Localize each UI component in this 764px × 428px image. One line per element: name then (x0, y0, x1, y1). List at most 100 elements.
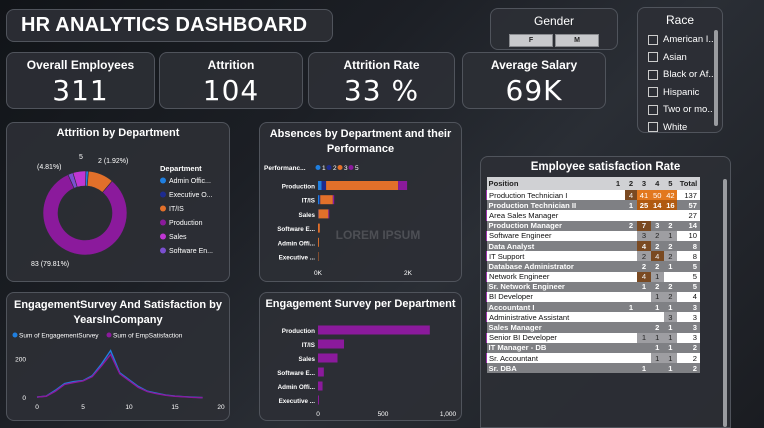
x-tick-label: 0K (314, 270, 323, 277)
gender-button-f[interactable]: F (509, 34, 553, 47)
position-cell: Senior BI Developer (485, 332, 612, 343)
checkbox[interactable] (648, 122, 658, 133)
category-label: IT/IS (302, 342, 315, 349)
gender-button-m[interactable]: M (555, 34, 599, 47)
dashboard-title: HR ANALYTICS DASHBOARD (6, 9, 333, 42)
bar[interactable] (318, 395, 319, 405)
column-header[interactable]: 2 (624, 177, 638, 190)
table-row[interactable]: Accountant I1113 (486, 302, 700, 313)
column-header[interactable]: 5 (663, 177, 678, 190)
legend-label[interactable]: 5 (355, 165, 359, 172)
total-cell: 27 (677, 210, 700, 221)
legend-label[interactable]: Sales (169, 234, 187, 241)
bar-segment[interactable] (332, 195, 335, 205)
column-header[interactable]: Total (677, 177, 700, 190)
table-row[interactable]: Production Manager 2 7 3 2 14 (486, 220, 700, 231)
bar-segment[interactable] (318, 195, 320, 205)
category-label: Executive ... (279, 255, 316, 262)
race-option[interactable]: Hispanic (648, 84, 722, 102)
column-header[interactable]: 4 (650, 177, 664, 190)
position-cell: IT Support (485, 251, 612, 262)
race-option[interactable]: Two or mo.. (648, 101, 722, 119)
total-cell: 8 (677, 251, 700, 262)
total-cell: 2 (677, 342, 700, 353)
rating-cell: 2 (650, 240, 664, 252)
rating-cell: 2 (650, 322, 664, 333)
table-row[interactable]: Sr. Network Engineer 1 2 2 5 (486, 281, 700, 292)
bar-segment[interactable] (321, 181, 327, 190)
checkbox[interactable] (648, 34, 658, 45)
bar-segment[interactable] (319, 195, 321, 205)
legend-label[interactable]: Production (169, 220, 203, 227)
legend-label[interactable]: Admin Offic... (169, 178, 211, 185)
bar-segment[interactable] (318, 209, 329, 219)
position-cell: Sr. Network Engineer (486, 281, 612, 292)
bar-segment[interactable] (318, 237, 319, 247)
position-cell: Area Sales Manager (485, 210, 612, 221)
table-row[interactable]: Sr. Accountant 1 1 2 (485, 353, 700, 364)
table-row[interactable]: Network Engineer 4 1 5 (485, 271, 700, 282)
legend-label[interactable]: Sum of EmpSatisfaction (113, 333, 183, 340)
checkbox[interactable] (648, 87, 658, 98)
legend-label[interactable]: Executive O... (169, 192, 213, 199)
table-row[interactable]: Production Technician I 4 41 50 42 137 (485, 190, 700, 201)
engagement-bar-chart: Production IT/IS Sales Software E... Admin O… (277, 325, 457, 418)
legend-marker (160, 205, 166, 212)
kpi-card-attrition: Attrition 104 (159, 52, 303, 109)
race-option[interactable]: Asian (648, 49, 722, 67)
table-row[interactable]: Software Engineer 3 2 1 10 (485, 230, 700, 241)
bar[interactable] (318, 367, 324, 377)
column-header[interactable]: 1 (611, 177, 625, 190)
legend-label[interactable]: 2 (333, 165, 337, 172)
checkbox[interactable] (648, 52, 658, 63)
bar-segment[interactable] (326, 181, 399, 190)
table-row[interactable]: IT Manager - DB 1 1 2 (486, 342, 700, 353)
table-scrollbar[interactable] (723, 179, 727, 427)
bar[interactable] (318, 381, 323, 391)
bar-segment[interactable] (328, 209, 330, 219)
bar-segment[interactable] (318, 223, 320, 233)
rating-cell (624, 210, 638, 221)
rating-cell: 1 (663, 363, 678, 374)
legend-label[interactable]: Software En... (169, 248, 213, 255)
rating-cell: 2 (663, 240, 678, 252)
position-cell: Production Manager (486, 220, 612, 231)
bar[interactable] (318, 353, 338, 363)
bar[interactable] (318, 339, 344, 349)
race-option[interactable]: Black or Af.. (648, 66, 722, 84)
legend-label[interactable]: 3 (344, 165, 348, 172)
line-series[interactable] (36, 353, 203, 399)
bar-segment[interactable] (318, 181, 322, 190)
bar-segment[interactable] (398, 181, 408, 190)
column-header[interactable]: 3 (637, 177, 651, 190)
table-row[interactable]: BI Developer 1 2 4 (485, 291, 700, 303)
position-cell: Production Technician II (486, 200, 612, 211)
table-row[interactable]: Administrative Assistant 3 3 (485, 312, 700, 323)
checkbox[interactable] (648, 104, 658, 115)
table-row[interactable]: IT Support 2 4 2 8 (485, 251, 700, 262)
checkbox[interactable] (648, 69, 658, 80)
table-row[interactable]: Sr. DBA 1 1 2 (486, 363, 700, 374)
donut-slice[interactable] (42, 174, 128, 256)
race-option[interactable]: American I.. (648, 31, 722, 49)
race-option[interactable]: White (648, 119, 722, 137)
legend-label[interactable]: 1 (322, 165, 326, 172)
table-row[interactable]: Area Sales Manager 27 (485, 210, 700, 221)
bar[interactable] (318, 325, 430, 335)
table-row[interactable]: Production Technician II 1 25 14 16 57 (486, 200, 700, 211)
table-row[interactable]: Senior BI Developer 1 1 1 3 (485, 332, 700, 343)
column-header[interactable]: Position (486, 177, 612, 190)
kpi-value: 311 (52, 74, 109, 107)
table-row[interactable]: Data Analyst 4 2 2 8 (486, 240, 700, 252)
legend-marker (106, 332, 112, 338)
bar-segment[interactable] (320, 195, 333, 205)
legend-label[interactable]: IT/IS (169, 206, 184, 213)
race-scrollbar[interactable] (714, 30, 718, 126)
rating-cell: 2 (624, 220, 638, 231)
table-row[interactable]: Sales Manager 2 1 3 (486, 322, 700, 333)
donut-data-label: 83 (79.81%) (31, 261, 69, 268)
rating-cell: 1 (637, 332, 651, 343)
legend-label[interactable]: Sum of EngagementSurvey (19, 333, 99, 340)
rating-cell (637, 302, 651, 313)
table-row[interactable]: Database Administrator 2 2 1 5 (486, 261, 700, 272)
